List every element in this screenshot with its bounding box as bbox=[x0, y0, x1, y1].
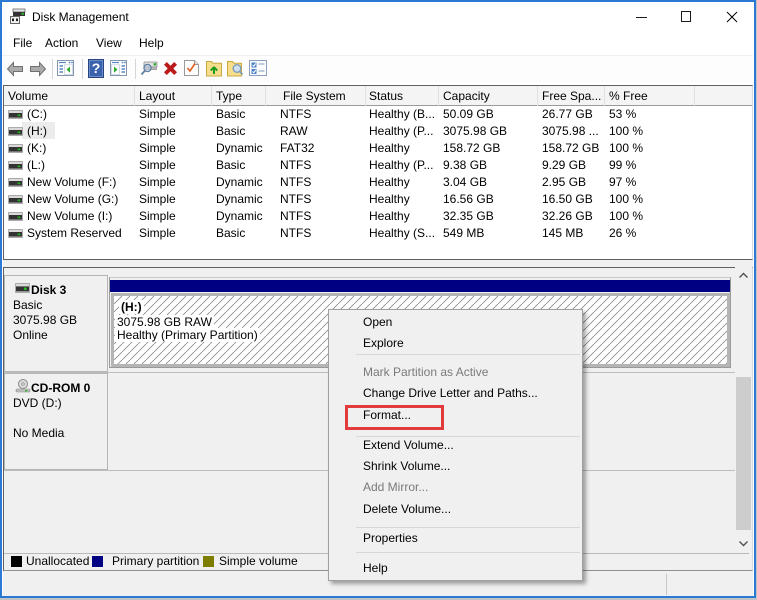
svg-text:?: ? bbox=[92, 60, 101, 76]
